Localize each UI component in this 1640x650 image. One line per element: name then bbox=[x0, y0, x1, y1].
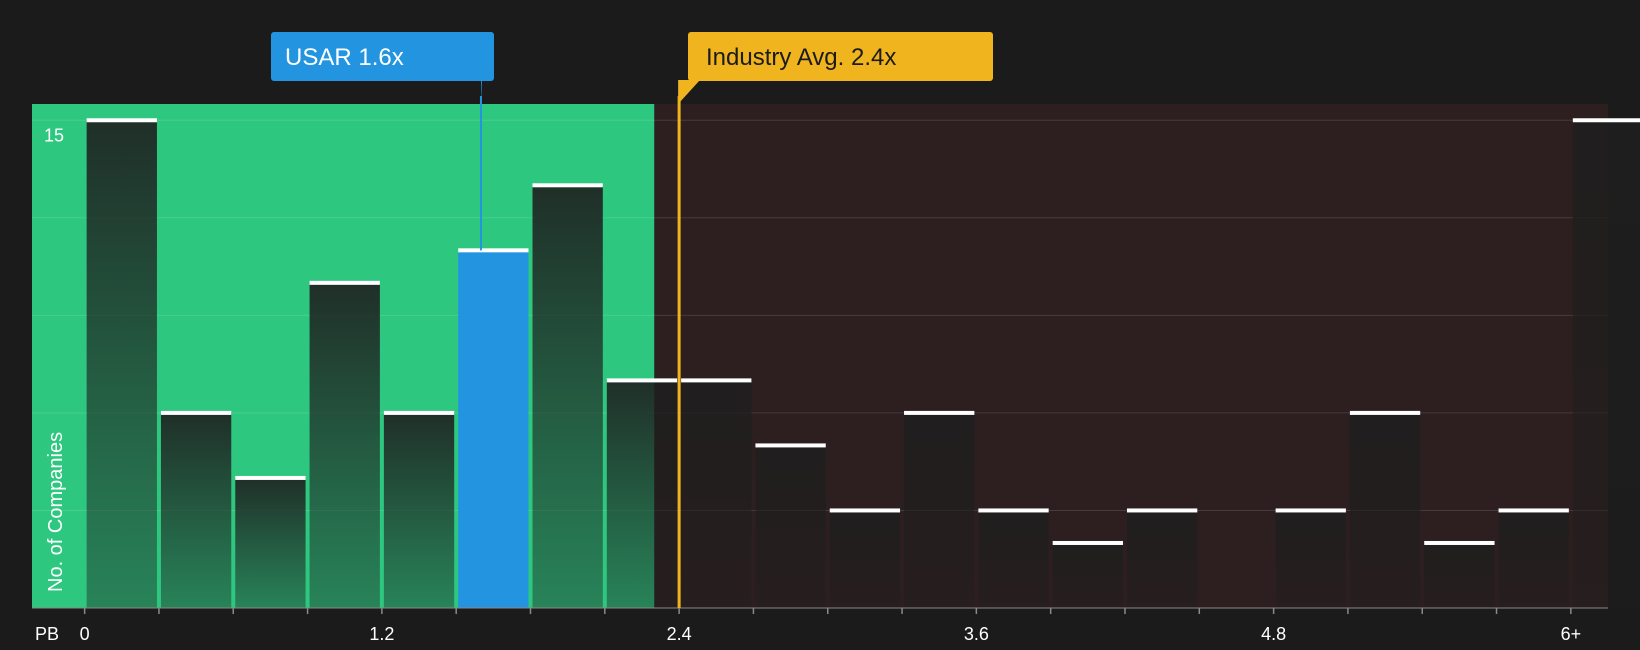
bar-top-cap bbox=[1572, 118, 1640, 123]
bar bbox=[1126, 510, 1198, 608]
bar-highlight bbox=[458, 250, 529, 609]
company-callout-label: USAR 1.6x bbox=[285, 44, 404, 71]
bar bbox=[606, 380, 678, 608]
bar bbox=[904, 412, 975, 608]
bar bbox=[383, 412, 455, 608]
x-axis: 0 1.2 2.4 3.6 4.8 6+ PB bbox=[32, 607, 1608, 644]
bar bbox=[829, 510, 901, 608]
x-tick-label: 4.8 bbox=[1261, 624, 1286, 644]
bar-top-cap bbox=[1052, 540, 1123, 545]
y-tick-label: 15 bbox=[44, 125, 64, 145]
industry-callout-pointer bbox=[678, 80, 700, 104]
bar bbox=[1052, 542, 1123, 608]
bar-top-cap bbox=[1498, 508, 1569, 513]
x-tick-label: 3.6 bbox=[964, 624, 989, 644]
industry-callout-label: Industry Avg. 2.4x bbox=[706, 44, 896, 71]
bar bbox=[1349, 412, 1421, 608]
bar-top-cap bbox=[904, 410, 975, 415]
x-tick-label: 2.4 bbox=[667, 624, 692, 644]
bar bbox=[1275, 510, 1346, 608]
x-tick-label: 6+ bbox=[1561, 624, 1582, 644]
x-axis-label: PB bbox=[35, 624, 59, 644]
bar-top-cap bbox=[1424, 540, 1495, 545]
bar-top-cap bbox=[532, 183, 603, 188]
bar-top-cap bbox=[681, 378, 752, 383]
bar-top-cap bbox=[1275, 508, 1346, 513]
bar-top-cap bbox=[1126, 508, 1198, 513]
bar-top-cap bbox=[160, 410, 232, 415]
x-tick-label: 1.2 bbox=[369, 624, 394, 644]
chart-svg: 0 1.2 2.4 3.6 4.8 6+ PB 15 No. of Companies USA… bbox=[32, 32, 1640, 644]
bar-top-cap bbox=[309, 280, 380, 285]
bar bbox=[1424, 542, 1495, 608]
bar bbox=[86, 120, 157, 609]
bar-top-cap bbox=[829, 508, 901, 513]
bar-top-cap bbox=[606, 378, 678, 383]
bar bbox=[755, 445, 826, 608]
y-axis-label: No. of Companies bbox=[45, 432, 67, 592]
bar bbox=[532, 185, 603, 608]
bar bbox=[1572, 120, 1640, 609]
bar-top-cap bbox=[458, 248, 529, 253]
bar bbox=[978, 510, 1049, 608]
bar bbox=[160, 412, 232, 608]
bar-top-cap bbox=[1349, 410, 1421, 415]
pb-distribution-chart: 0 1.2 2.4 3.6 4.8 6+ PB 15 No. of Companies USA… bbox=[0, 0, 1640, 650]
bar-top-cap bbox=[235, 475, 306, 480]
bar-top-cap bbox=[86, 118, 157, 123]
bar-top-cap bbox=[383, 410, 455, 415]
bar bbox=[309, 282, 380, 608]
bar bbox=[1498, 510, 1569, 608]
bar bbox=[681, 380, 752, 608]
bar-top-cap bbox=[755, 443, 826, 448]
bar-top-cap bbox=[978, 508, 1049, 513]
x-tick-label: 0 bbox=[80, 624, 90, 644]
bar bbox=[235, 477, 306, 608]
